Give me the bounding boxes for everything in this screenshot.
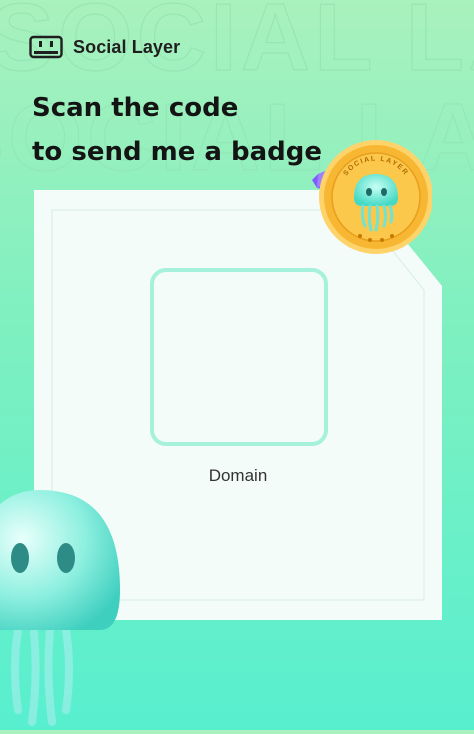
brand-name: Social Layer <box>73 36 181 57</box>
jellyfish-badge-icon: SOCIAL LAYER <box>300 140 433 256</box>
headline-line-1: Scan the code <box>32 93 239 123</box>
ticket-icon <box>29 35 63 59</box>
jellyfish-mascot-icon <box>0 480 140 730</box>
app-header: Social Layer <box>29 34 180 60</box>
qr-code-area[interactable] <box>150 268 328 446</box>
domain-label: Domain <box>208 466 268 485</box>
